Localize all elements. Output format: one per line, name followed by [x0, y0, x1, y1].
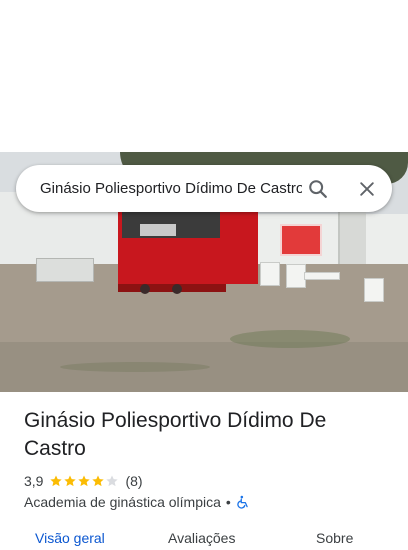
photo-sign — [280, 224, 322, 256]
photo-bench — [36, 258, 94, 282]
place-tabs: Visão geral Avaliações Sobre — [0, 530, 408, 550]
place-title: Ginásio Poliesportivo Dídimo De Castro — [24, 409, 327, 460]
blank-top-area — [0, 0, 408, 152]
search-input[interactable]: Ginásio Poliesportivo Dídimo De Castro — [40, 179, 302, 198]
photo-grass — [230, 330, 350, 348]
clear-search-button[interactable] — [353, 175, 381, 203]
category-row: Academia de ginástica olímpica • — [24, 493, 250, 511]
place-category[interactable]: Academia de ginástica olímpica — [24, 494, 221, 510]
close-icon — [360, 182, 374, 196]
star-empty-icon — [106, 475, 119, 487]
separator-dot: • — [225, 494, 231, 510]
search-button[interactable] — [304, 175, 332, 203]
photo-chair — [286, 264, 306, 288]
review-count[interactable]: (8) — [125, 473, 142, 489]
star-filled-icon — [64, 475, 77, 487]
photo-chair — [260, 262, 280, 286]
search-bar[interactable]: Ginásio Poliesportivo Dídimo De Castro — [16, 165, 392, 212]
photo-wheel — [172, 284, 182, 294]
star-rating — [49, 474, 119, 488]
photo-chair — [364, 278, 384, 302]
search-icon — [309, 180, 327, 198]
photo-table — [304, 272, 340, 280]
photo-grass — [60, 362, 210, 372]
star-filled-icon — [92, 475, 105, 487]
photo-kiosk-tank — [140, 224, 176, 236]
rating-value: 3,9 — [24, 473, 44, 489]
rating-row[interactable]: 3,9 (8) — [24, 472, 143, 490]
star-filled-icon — [78, 475, 91, 487]
wheelchair-icon — [237, 495, 248, 509]
star-filled-icon — [50, 475, 63, 487]
photo-wheel — [140, 284, 150, 294]
